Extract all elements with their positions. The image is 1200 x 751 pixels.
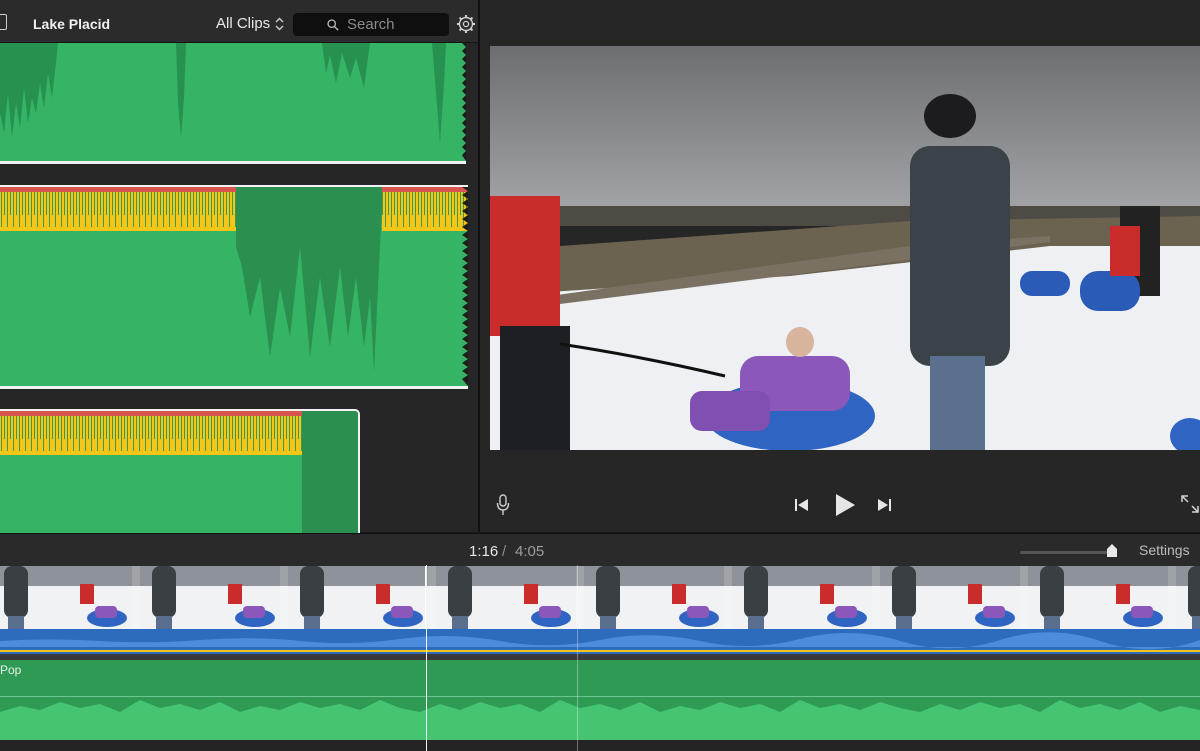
sidebar-toggle-icon[interactable]	[0, 14, 7, 30]
clip-filter-select[interactable]: All Clips	[216, 15, 284, 32]
timeline-header	[0, 533, 1200, 566]
browser-clip-3[interactable]	[0, 409, 360, 534]
microphone-icon[interactable]	[496, 494, 510, 516]
search-input[interactable]	[345, 15, 449, 34]
video-filmstrip[interactable]	[0, 566, 1200, 629]
chevron-updown-icon	[275, 17, 284, 30]
play-icon[interactable]	[834, 493, 856, 517]
video-preview	[490, 46, 1200, 450]
gear-icon[interactable]	[456, 14, 476, 34]
clip-3-waveform	[0, 411, 358, 534]
browser-clip-1[interactable]	[0, 43, 466, 164]
event-browser	[0, 43, 478, 534]
clip-filter-label: All Clips	[216, 15, 271, 32]
browser-clip-2[interactable]	[0, 185, 468, 389]
skip-forward-icon[interactable]	[876, 497, 892, 513]
search-icon	[327, 18, 339, 31]
search-field[interactable]	[293, 13, 449, 36]
skip-back-icon[interactable]	[794, 497, 810, 513]
music-track-label: Pop	[0, 663, 22, 677]
fullscreen-icon[interactable]	[1180, 494, 1200, 514]
timeline-settings-button[interactable]: Settings	[1139, 542, 1190, 558]
timeline-footer	[0, 740, 1200, 751]
current-time: 1:16	[469, 543, 499, 560]
clip-2-waveform	[0, 187, 468, 386]
clip-1-waveform	[0, 43, 466, 161]
skimmer-line	[577, 565, 578, 751]
zoom-slider[interactable]	[1020, 551, 1112, 554]
background-music-track[interactable]	[0, 660, 1200, 740]
clip-audio-track[interactable]	[0, 629, 1200, 654]
playhead[interactable]	[426, 565, 427, 751]
zoom-slider-thumb[interactable]	[1106, 544, 1118, 557]
total-time: 4:05	[515, 543, 545, 560]
time-separator: /	[502, 543, 507, 560]
library-title: Lake Placid	[33, 16, 111, 32]
